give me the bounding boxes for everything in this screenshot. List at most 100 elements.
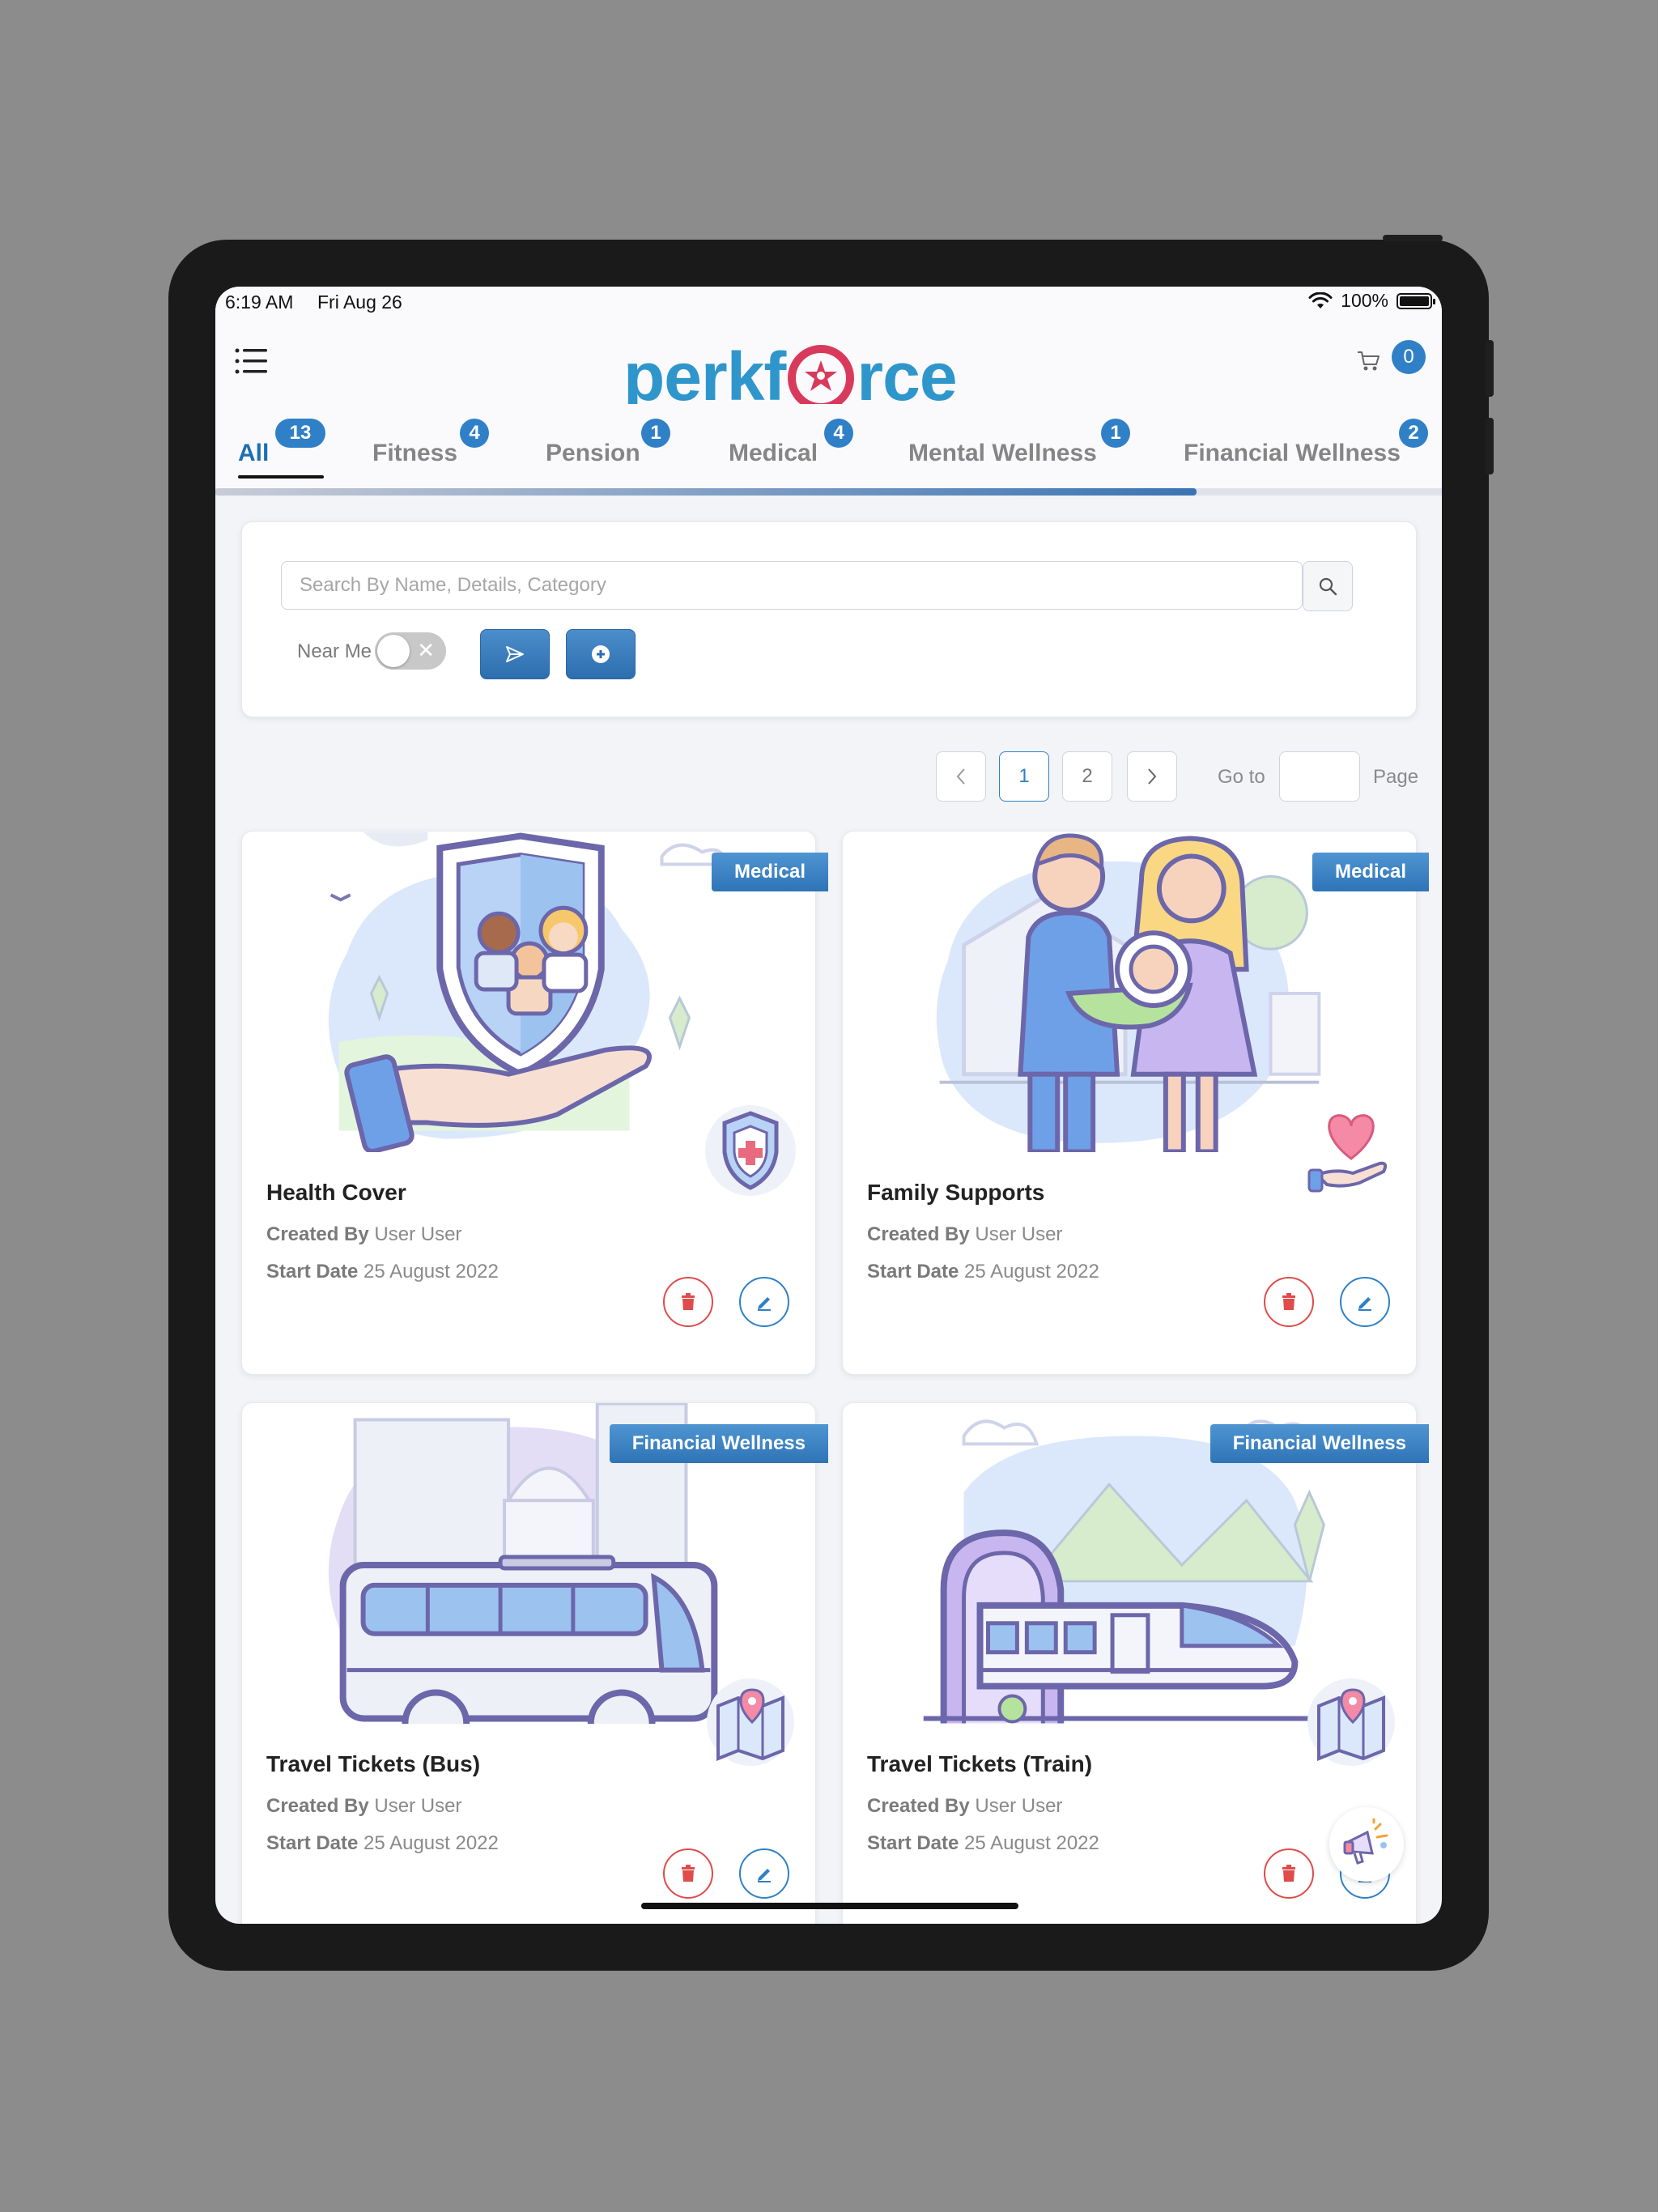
category-tag: Medical [1312,853,1429,891]
search-panel: Near Me ✕ [241,521,1417,717]
add-circle-icon [592,645,610,663]
announcement-button[interactable] [1329,1807,1404,1882]
megaphone-icon [1343,1818,1388,1865]
tab-label: Medical [729,440,818,466]
tab-count-badge: 4 [824,419,853,448]
goto-label: Go to [1218,766,1265,788]
card-title: Travel Tickets (Bus) [266,1751,481,1776]
status-right: 100% [1308,290,1435,312]
tab-fitness[interactable]: Fitness [372,419,457,467]
tab-label: Fitness [372,440,458,466]
benefit-card[interactable]: Medical Family Supports Created By User … [842,831,1429,1375]
category-tag: Financial Wellness [1209,1424,1429,1463]
map-pin-icon [1307,1678,1395,1766]
status-bar: 6:19 AM Fri Aug 26 100% [215,287,1442,319]
page-2-button[interactable]: 2 [1062,751,1112,802]
app-header: perkf rce 0 [215,319,1442,410]
search-button[interactable] [1303,561,1353,611]
tab-all[interactable]: All [238,419,269,467]
home-indicator [641,1903,1018,1909]
card-created-by: Created By User User [266,1223,462,1245]
card-start-date: Start Date 25 August 2022 [266,1261,499,1283]
cart-button[interactable]: 0 [1345,332,1426,381]
pencil-icon [758,1869,771,1882]
benefit-card[interactable]: Medical Health Cover Created By User Use… [241,831,828,1375]
status-date: Fri Aug 26 [317,291,402,313]
edit-button[interactable] [739,1277,789,1327]
tab-count-badge: 1 [641,419,670,448]
near-me-toggle[interactable]: ✕ [375,632,446,670]
category-tag: Medical [711,853,828,891]
tabs-scrollbar[interactable] [215,488,1442,496]
heart-hand-icon [1307,1114,1388,1193]
tab-medical[interactable]: Medical [729,419,818,467]
category-tag: Financial Wellness [609,1424,828,1463]
add-button[interactable] [566,629,636,679]
status-time: 6:19 AM [225,291,294,313]
trash-icon [1282,1293,1295,1310]
card-start-date: Start Date 25 August 2022 [867,1832,1099,1854]
battery-icon [1397,292,1435,309]
map-pin-icon [707,1678,794,1766]
card-title: Travel Tickets (Train) [867,1751,1093,1776]
logo-star-icon [788,345,855,410]
tab-count-badge: 13 [275,419,325,448]
tab-count-badge: 4 [460,419,489,448]
power-button [1383,235,1443,241]
search-icon [1319,577,1337,596]
pencil-icon [758,1297,771,1311]
shield-cross-icon [705,1105,796,1196]
delete-button[interactable] [1264,1848,1314,1899]
edit-button[interactable] [739,1848,789,1899]
delete-button[interactable] [663,1277,713,1327]
cart-count-badge: 0 [1392,340,1426,374]
tab-label: Financial Wellness [1184,440,1401,466]
tab-count-badge: 1 [1101,419,1130,448]
delete-button[interactable] [663,1848,713,1899]
toggle-off-icon: ✕ [417,638,435,662]
card-created-by: Created By User User [867,1223,1063,1245]
page-label: Page [1373,766,1419,788]
search-input[interactable] [281,561,1303,610]
menu-icon[interactable] [235,347,267,376]
send-icon [506,646,524,662]
tab-mental-wellness[interactable]: Mental Wellness [908,419,1097,467]
tab-financial-wellness[interactable]: Financial Wellness [1184,419,1401,467]
trash-icon [682,1293,695,1310]
battery-percent: 100% [1341,290,1388,311]
cart-icon [1358,351,1380,371]
tab-label: Mental Wellness [908,440,1097,466]
card-start-date: Start Date 25 August 2022 [867,1261,1099,1283]
wifi-icon [1308,291,1333,308]
page-1-button[interactable]: 1 [999,751,1049,802]
toggle-knob [377,635,410,667]
edit-button[interactable] [1340,1277,1390,1327]
delete-button[interactable] [1264,1277,1314,1327]
card-title: Health Cover [266,1180,406,1205]
pagination-next-button[interactable] [1127,751,1177,802]
pagination-prev-button[interactable] [936,751,986,802]
chevron-left-icon [956,768,965,785]
card-created-by: Created By User User [867,1795,1063,1817]
tab-count-badge: 2 [1399,419,1428,448]
active-tab-indicator [238,475,324,479]
tab-pension[interactable]: Pension [546,419,640,467]
benefit-card[interactable]: Financial Wellness Travel Tickets (Bus) … [241,1402,828,1924]
card-created-by: Created By User User [266,1795,462,1817]
trash-icon [1282,1865,1295,1882]
tab-label: Pension [546,440,640,466]
pencil-icon [1358,1297,1371,1311]
tabs-scrollbar-thumb[interactable] [215,488,1197,496]
tab-label: All [238,440,270,466]
category-tabs: All 13 Fitness 4 Pension 1 Medical 4 Men… [215,404,1442,496]
chevron-right-icon [1148,768,1157,785]
goto-page-input[interactable] [1279,751,1360,802]
card-title: Family Supports [867,1180,1045,1205]
app-screen: 6:19 AM Fri Aug 26 100% perkf rce 0 All … [215,287,1442,1924]
near-me-label: Near Me [297,640,372,662]
card-start-date: Start Date 25 August 2022 [266,1832,499,1854]
volume-up-button [1486,340,1494,397]
send-location-button[interactable] [480,629,550,679]
volume-down-button [1486,418,1494,474]
trash-icon [682,1865,695,1882]
